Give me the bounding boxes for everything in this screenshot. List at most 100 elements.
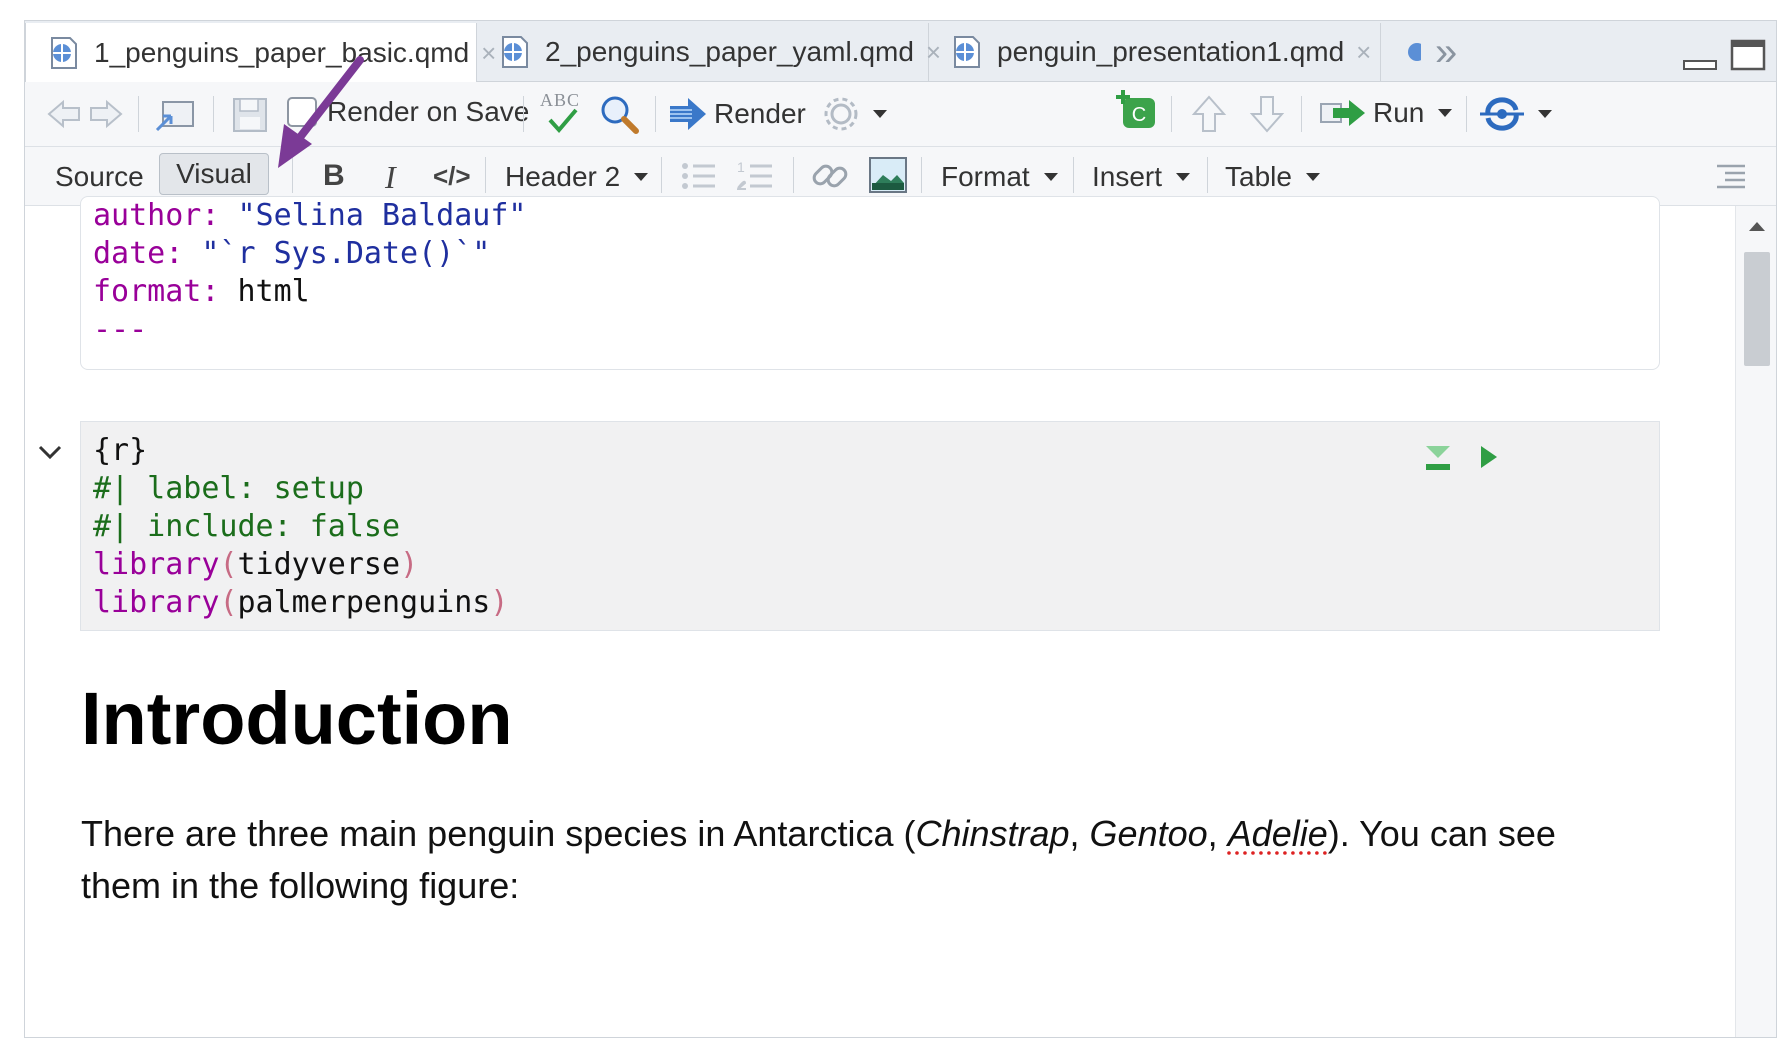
svg-text:C: C: [1132, 104, 1146, 126]
scroll-up-icon[interactable]: [1748, 220, 1766, 232]
editor-pane: 1_penguins_paper_basic.qmd × 2_penguins_…: [24, 20, 1777, 1038]
insert-label: Insert: [1092, 161, 1163, 192]
yaml-line-author: author: "Selina Baldauf": [93, 197, 526, 235]
outline-icon[interactable]: [1715, 163, 1747, 189]
tab-1-penguins-paper-basic[interactable]: 1_penguins_paper_basic.qmd ×: [25, 23, 496, 83]
spellcheck-icon: ABC: [540, 88, 586, 138]
quarto-file-icon: [48, 36, 80, 70]
species-gentoo: Gentoo: [1089, 813, 1208, 854]
maximize-icon[interactable]: [1730, 39, 1766, 73]
tab-overflow-button[interactable]: »: [1381, 23, 1471, 81]
render-on-save-label: Render on Save: [327, 96, 530, 127]
separator: [292, 157, 293, 193]
function-name: library: [93, 585, 220, 620]
numbered-list-button[interactable]: 1: [737, 159, 773, 191]
header-style-dropdown[interactable]: Header 2: [505, 161, 649, 193]
caret-down-icon: [1305, 173, 1320, 181]
rerun-button[interactable]: [1480, 96, 1552, 132]
go-up-icon[interactable]: [1191, 94, 1227, 134]
editor-toolbar: Render on Save ABC Render C Run: [25, 82, 1776, 147]
separator: [1073, 157, 1074, 193]
tab-label: penguin_presentation1.qmd: [997, 36, 1345, 67]
code-line-library-palmerpenguins: library(palmerpenguins): [93, 584, 508, 622]
editor-content[interactable]: author: "Selina Baldauf" date: "`r Sys.D…: [25, 196, 1776, 1037]
close-icon[interactable]: ×: [1356, 37, 1371, 68]
quarto-file-icon: [499, 35, 531, 69]
run-previous-chunks-icon[interactable]: [1424, 444, 1452, 472]
back-forward-icon[interactable]: [45, 96, 125, 132]
render-button[interactable]: Render: [668, 96, 806, 132]
yaml-delimiter: ---: [93, 312, 148, 347]
render-label: Render: [714, 98, 806, 129]
run-arrow-icon: [1320, 100, 1365, 126]
run-label: Run: [1373, 97, 1425, 128]
separator: [138, 96, 139, 132]
species-chinstrap: Chinstrap: [915, 813, 1070, 854]
yaml-header-block[interactable]: author: "Selina Baldauf" date: "`r Sys.D…: [80, 196, 1660, 370]
caret-down-icon: [1043, 173, 1058, 181]
chunk-option-include: #| include: false: [93, 509, 401, 544]
para-text: There are three main penguin species in …: [81, 813, 916, 854]
tab-bar: 1_penguins_paper_basic.qmd × 2_penguins_…: [25, 21, 1776, 83]
format-menu[interactable]: Format: [941, 161, 1058, 193]
code-chunk[interactable]: {r} #| label: setup #| include: false li…: [80, 421, 1660, 631]
paren: ): [400, 547, 419, 582]
yaml-key: author:: [93, 198, 220, 233]
scrollbar-thumb[interactable]: [1744, 252, 1770, 366]
bold-button[interactable]: B: [323, 159, 345, 193]
table-menu[interactable]: Table: [1225, 161, 1320, 193]
save-icon[interactable]: [231, 96, 269, 134]
visual-mode-button[interactable]: Visual: [159, 153, 269, 195]
yaml-value: html: [237, 274, 310, 309]
bullet-list-icon[interactable]: [681, 161, 717, 191]
code-button[interactable]: </>: [433, 161, 471, 192]
separator: [485, 157, 486, 193]
insert-chunk-icon[interactable]: C: [1115, 88, 1159, 132]
separator: [1171, 96, 1172, 132]
show-in-window-icon[interactable]: [153, 96, 197, 134]
argument: tidyverse: [237, 547, 401, 582]
visual-label: Visual: [176, 158, 252, 189]
argument: palmerpenguins: [237, 585, 491, 620]
tab-label: 1_penguins_paper_basic.qmd: [94, 37, 470, 68]
tab-2-penguins-paper-yaml[interactable]: 2_penguins_paper_yaml.qmd ×: [477, 23, 941, 81]
vertical-scrollbar[interactable]: [1735, 206, 1776, 1037]
search-icon[interactable]: [599, 94, 639, 134]
species-adelie: Adelie: [1227, 813, 1328, 854]
link-icon[interactable]: [811, 157, 849, 195]
spellcheck-button[interactable]: ABC: [540, 88, 586, 138]
italic-icon: I: [385, 159, 396, 195]
yaml-key: date:: [93, 236, 184, 271]
tab-label: 2_penguins_paper_yaml.qmd: [545, 36, 914, 67]
caret-down-icon: [1538, 110, 1552, 118]
go-down-icon[interactable]: [1249, 94, 1285, 134]
caret-down-icon: [873, 110, 887, 118]
separator: [655, 96, 656, 132]
caret-down-icon: [1438, 109, 1453, 117]
render-options-button[interactable]: [823, 96, 887, 132]
quarto-file-icon: [951, 35, 983, 69]
separator: [1301, 96, 1302, 132]
separator: [921, 157, 922, 193]
insert-menu[interactable]: Insert: [1092, 161, 1191, 193]
minimize-icon[interactable]: [1682, 39, 1718, 73]
run-chunk-icon[interactable]: [1479, 444, 1499, 470]
yaml-value: "`r Sys.Date()`": [201, 236, 491, 271]
run-button[interactable]: Run: [1319, 96, 1453, 130]
italic-button[interactable]: I: [385, 159, 396, 196]
separator: [1207, 157, 1208, 193]
code-line-library-tidyverse: library(tidyverse): [93, 546, 418, 584]
caret-down-icon: [634, 173, 649, 181]
separator: [213, 96, 214, 132]
chunk-header: {r}: [93, 433, 148, 468]
tab-penguin-presentation1[interactable]: penguin_presentation1.qmd ×: [929, 23, 1381, 81]
render-on-save-checkbox[interactable]: Render on Save: [287, 96, 529, 128]
rerun-icon: [1480, 97, 1524, 131]
window-controls: [1682, 39, 1766, 73]
chevron-down-icon[interactable]: [37, 444, 63, 462]
paren: ): [490, 585, 509, 620]
para-text: ,: [1207, 813, 1228, 854]
source-mode-button[interactable]: Source: [55, 161, 144, 193]
checkbox-icon: [287, 97, 317, 127]
image-icon[interactable]: [869, 157, 907, 193]
